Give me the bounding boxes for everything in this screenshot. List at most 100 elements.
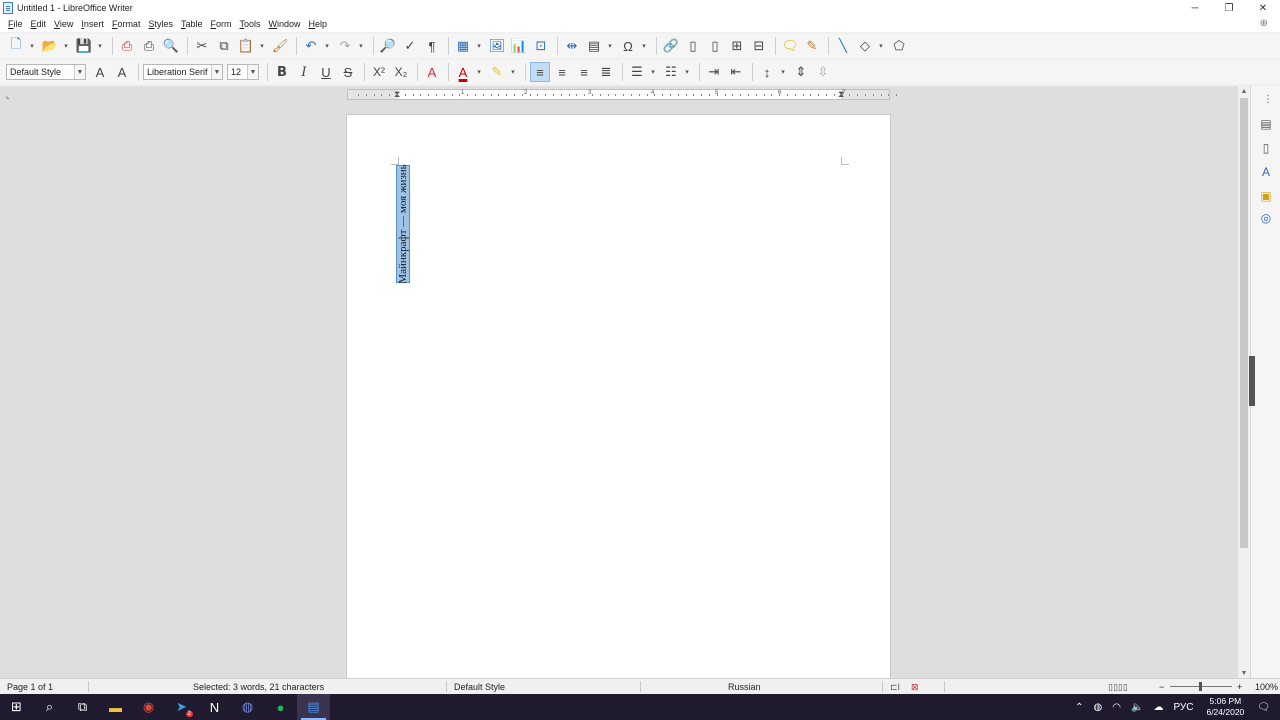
align-left-icon[interactable]: ≡ xyxy=(530,62,550,82)
new-dropdown-icon[interactable]: ▾ xyxy=(28,36,36,56)
task-view-icon[interactable]: ⧉ xyxy=(66,694,99,720)
new-document-icon[interactable]: 🗋 xyxy=(6,36,26,56)
chrome-icon[interactable]: ◉ xyxy=(132,694,165,720)
chevron-down-icon[interactable]: ▼ xyxy=(211,65,222,79)
scrollbar-thumb[interactable] xyxy=(1240,98,1248,548)
shapes-dropdown-icon[interactable]: ▾ xyxy=(877,36,885,56)
paste-icon[interactable]: 📋 xyxy=(236,36,256,56)
bullet-list-icon[interactable]: ☰ xyxy=(627,62,647,82)
navigator-icon[interactable]: ◎ xyxy=(1258,210,1274,226)
update-style-icon[interactable]: A xyxy=(90,62,110,82)
clock[interactable]: 5:06 PM 6/24/2020 xyxy=(1198,696,1252,718)
endnote-icon[interactable]: ▯ xyxy=(705,36,725,56)
subscript-button[interactable]: X₂ xyxy=(391,62,411,82)
clone-formatting-icon[interactable]: 🖌 xyxy=(270,36,290,56)
highlight-color-icon[interactable]: ✎ xyxy=(487,62,507,82)
sidebar-menu-icon[interactable]: ⋮ xyxy=(1263,94,1273,105)
superscript-button[interactable]: X² xyxy=(369,62,389,82)
styles-icon[interactable]: A xyxy=(1258,164,1274,180)
page-break-icon[interactable]: ⇹ xyxy=(562,36,582,56)
insert-table-icon[interactable]: ▦ xyxy=(453,36,473,56)
file-explorer-icon[interactable]: ▬ xyxy=(99,694,132,720)
font-size-combo[interactable]: 12 ▼ xyxy=(227,64,259,80)
bullet-dropdown-icon[interactable]: ▾ xyxy=(649,62,657,82)
special-character-icon[interactable]: Ω xyxy=(618,36,638,56)
insert-field-icon[interactable]: ▤ xyxy=(584,36,604,56)
formatting-marks-icon[interactable]: ¶ xyxy=(422,36,442,56)
discord-tray-icon[interactable]: ◍ xyxy=(1089,702,1108,713)
decrease-indent-icon[interactable]: ⇤ xyxy=(726,62,746,82)
menu-format[interactable]: Format xyxy=(108,19,145,29)
tray-overflow-icon[interactable]: ⌃ xyxy=(1070,702,1088,713)
page-icon[interactable]: ▯ xyxy=(1258,140,1274,156)
horizontal-ruler[interactable]: ⧗ ⧗ 1 2 3 4 5 6 7 xyxy=(347,89,898,100)
line-spacing-icon[interactable]: ↕ xyxy=(757,62,777,82)
insert-chart-icon[interactable]: 📊 xyxy=(509,36,529,56)
insert-mode-icon[interactable]: ⊏I xyxy=(890,682,900,693)
save-dropdown-icon[interactable]: ▾ xyxy=(96,36,104,56)
draw-functions-icon[interactable]: ⬠ xyxy=(889,36,909,56)
footnote-icon[interactable]: ▯ xyxy=(683,36,703,56)
discord-icon[interactable]: ◍ xyxy=(231,694,264,720)
bold-button[interactable]: B xyxy=(272,62,292,82)
strikethrough-button[interactable]: S xyxy=(338,62,358,82)
minimize-button[interactable]: ─ xyxy=(1178,0,1212,16)
sidebar-collapse-handle[interactable] xyxy=(1249,356,1255,406)
undo-icon[interactable]: ↶ xyxy=(301,36,321,56)
underline-button[interactable]: U xyxy=(316,62,336,82)
paragraph-style-combo[interactable]: Default Style ▼ xyxy=(6,64,86,80)
menu-edit[interactable]: Edit xyxy=(27,19,51,29)
line-spacing-dropdown-icon[interactable]: ▾ xyxy=(779,62,787,82)
cut-icon[interactable]: ✂ xyxy=(192,36,212,56)
print-preview-icon[interactable]: 🔍 xyxy=(161,36,181,56)
decrease-paragraph-spacing-icon[interactable]: ⇳ xyxy=(813,62,833,82)
telegram-icon[interactable]: ➤ 2 xyxy=(165,694,198,720)
increase-indent-icon[interactable]: ⇥ xyxy=(704,62,724,82)
field-dropdown-icon[interactable]: ▾ xyxy=(606,36,614,56)
word-count[interactable]: Selected: 3 words, 21 characters xyxy=(193,682,324,692)
bookmark-icon[interactable]: ⊞ xyxy=(727,36,747,56)
basic-shapes-icon[interactable]: ◇ xyxy=(855,36,875,56)
document-page[interactable]: Майнкрафт — моя жизнь xyxy=(346,114,891,684)
page-count[interactable]: Page 1 of 1 xyxy=(7,682,53,692)
copy-icon[interactable]: ⧉ xyxy=(214,36,234,56)
font-color-icon[interactable]: A xyxy=(453,62,473,82)
align-center-icon[interactable]: ≡ xyxy=(552,62,572,82)
align-right-icon[interactable]: ≡ xyxy=(574,62,594,82)
cross-reference-icon[interactable]: ⊟ xyxy=(749,36,769,56)
gallery-icon[interactable]: ▣ xyxy=(1258,188,1274,204)
justify-icon[interactable]: ≣ xyxy=(596,62,616,82)
document-workarea[interactable]: ⌞ ⧗ ⧗ 1 2 3 4 5 6 7 Майнкрафт — моя жизн… xyxy=(0,86,1238,684)
chevron-down-icon[interactable]: ▼ xyxy=(74,65,85,79)
spotify-icon[interactable]: ● xyxy=(264,694,297,720)
clear-formatting-icon[interactable]: A xyxy=(422,62,442,82)
open-dropdown-icon[interactable]: ▾ xyxy=(62,36,70,56)
scroll-down-icon[interactable]: ▼ xyxy=(1238,668,1250,678)
font-color-dropdown-icon[interactable]: ▾ xyxy=(475,62,483,82)
increase-paragraph-spacing-icon[interactable]: ⇕ xyxy=(791,62,811,82)
table-dropdown-icon[interactable]: ▾ xyxy=(475,36,483,56)
track-changes-icon[interactable]: ✎ xyxy=(802,36,822,56)
redo-icon[interactable]: ↷ xyxy=(335,36,355,56)
notion-icon[interactable]: N xyxy=(198,694,231,720)
open-folder-icon[interactable]: 📂 xyxy=(40,36,60,56)
export-pdf-icon[interactable]: ⎙ xyxy=(117,36,137,56)
insert-textbox-icon[interactable]: ⊡ xyxy=(531,36,551,56)
view-layout-icon[interactable]: ▯▯▯▯ xyxy=(1108,682,1128,693)
input-language[interactable]: РУС xyxy=(1168,702,1198,713)
print-icon[interactable]: ⎙ xyxy=(139,36,159,56)
maximize-button[interactable]: ❐ xyxy=(1212,0,1246,16)
save-icon[interactable]: 💾 xyxy=(74,36,94,56)
search-icon[interactable]: ⌕ xyxy=(33,694,66,720)
zoom-in-icon[interactable]: + xyxy=(1237,682,1242,692)
scroll-up-icon[interactable]: ▲ xyxy=(1238,86,1250,96)
zoom-out-icon[interactable]: − xyxy=(1159,682,1164,692)
menu-window[interactable]: Window xyxy=(265,19,305,29)
font-name-combo[interactable]: Liberation Serif ▼ xyxy=(143,64,223,80)
highlight-dropdown-icon[interactable]: ▾ xyxy=(509,62,517,82)
comment-icon[interactable]: 🗨 xyxy=(780,36,800,56)
find-replace-icon[interactable]: 🔎 xyxy=(378,36,398,56)
page-style[interactable]: Default Style xyxy=(454,682,505,692)
menu-form[interactable]: Form xyxy=(207,19,236,29)
menu-insert[interactable]: Insert xyxy=(77,19,108,29)
